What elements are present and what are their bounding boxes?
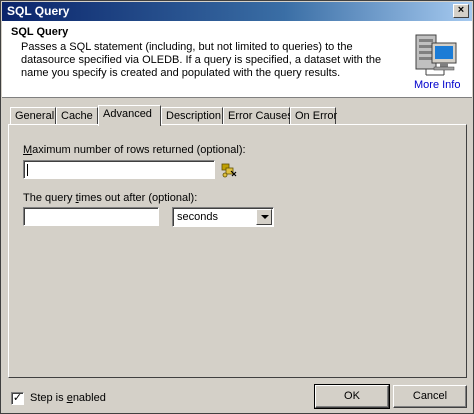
ok-button[interactable]: OK — [314, 384, 390, 409]
timeout-label: The query times out after (optional): — [23, 192, 198, 204]
max-rows-label: Maximum number of rows returned (optiona… — [23, 144, 246, 156]
advanced-tab-panel: Maximum number of rows returned (optiona… — [8, 124, 467, 378]
variable-picker-icon[interactable] — [221, 162, 237, 178]
server-computer-icon[interactable] — [414, 33, 458, 79]
sql-query-dialog: SQL Query × SQL Query Passes a SQL state… — [0, 0, 474, 414]
tab-cache[interactable]: Cache — [56, 107, 98, 125]
step-enabled-checkbox[interactable]: ✓ — [11, 392, 24, 405]
step-enabled-label[interactable]: Step is enabled — [30, 392, 106, 404]
tab-on-error[interactable]: On Error — [290, 107, 337, 125]
max-rows-input[interactable] — [24, 161, 214, 178]
header-panel: SQL Query Passes a SQL statement (includ… — [2, 21, 472, 98]
timeout-field[interactable] — [23, 207, 159, 226]
step-title: SQL Query — [11, 26, 69, 38]
timeout-unit-value: seconds — [177, 211, 218, 223]
close-button[interactable]: × — [453, 4, 469, 18]
max-rows-field[interactable] — [23, 160, 215, 179]
tab-description[interactable]: Description — [161, 107, 223, 125]
tab-advanced[interactable]: Advanced — [98, 105, 161, 126]
step-description: Passes a SQL statement (including, but n… — [21, 41, 382, 79]
timeout-unit-select[interactable]: seconds — [172, 207, 274, 227]
more-info-link[interactable]: More Info — [414, 79, 460, 91]
tab-error-causes[interactable]: Error Causes — [223, 107, 293, 125]
timeout-input[interactable] — [24, 208, 158, 225]
window-title: SQL Query — [7, 4, 70, 18]
title-bar[interactable]: SQL Query × — [2, 2, 472, 21]
tab-general[interactable]: General — [10, 107, 56, 125]
chevron-down-icon[interactable] — [256, 209, 272, 225]
cancel-button[interactable]: Cancel — [393, 385, 467, 408]
